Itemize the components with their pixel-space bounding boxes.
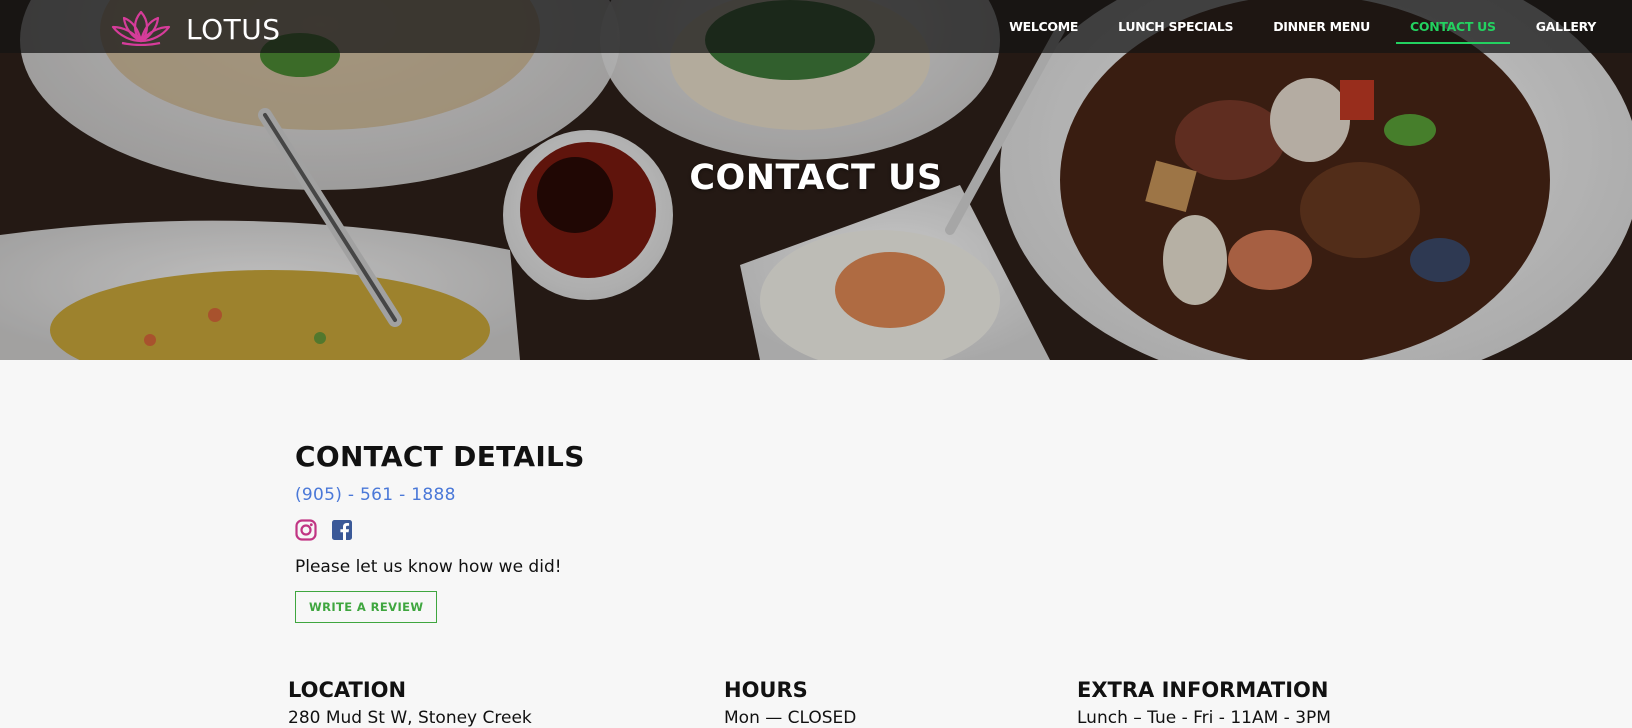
location-section: LOCATION 280 Mud St W, Stoney Creek bbox=[288, 678, 532, 728]
brand-logo[interactable]: LOTUS bbox=[110, 8, 281, 51]
location-address: 280 Mud St W, Stoney Creek bbox=[288, 708, 532, 728]
main-navigation: WELCOME LUNCH SPECIALS DINNER MENU CONTA… bbox=[969, 0, 1596, 53]
instagram-icon[interactable] bbox=[295, 519, 317, 541]
location-heading: LOCATION bbox=[288, 678, 407, 702]
hours-heading: HOURS bbox=[724, 678, 808, 702]
nav-welcome[interactable]: WELCOME bbox=[1009, 0, 1078, 53]
facebook-icon[interactable] bbox=[331, 519, 353, 541]
extra-info-heading: EXTRA INFORMATION bbox=[1077, 678, 1329, 702]
nav-gallery[interactable]: GALLERY bbox=[1536, 0, 1597, 53]
nav-dinner-menu[interactable]: DINNER MENU bbox=[1273, 0, 1370, 53]
hours-line: Mon — CLOSED bbox=[724, 708, 857, 728]
contact-details-section: CONTACT DETAILS (905) - 561 - 1888 Pleas… bbox=[295, 440, 585, 623]
hero-banner: LOTUS WELCOME LUNCH SPECIALS DINNER MENU… bbox=[0, 0, 1632, 360]
extra-info-section: EXTRA INFORMATION Lunch – Tue - Fri - 11… bbox=[1077, 678, 1331, 728]
nav-contact-us[interactable]: CONTACT US bbox=[1396, 0, 1510, 53]
nav-lunch-specials[interactable]: LUNCH SPECIALS bbox=[1118, 0, 1233, 53]
extra-info-line: Lunch – Tue - Fri - 11AM - 3PM bbox=[1077, 708, 1331, 728]
social-links bbox=[295, 519, 585, 541]
review-prompt: Please let us know how we did! bbox=[295, 557, 562, 577]
lotus-flower-icon bbox=[110, 8, 172, 51]
hours-section: HOURS Mon — CLOSED bbox=[724, 678, 856, 728]
contact-details-heading: CONTACT DETAILS bbox=[295, 440, 585, 473]
brand-name: LOTUS bbox=[186, 13, 281, 46]
phone-link[interactable]: (905) - 561 - 1888 bbox=[295, 485, 585, 505]
page-title: CONTACT US bbox=[689, 158, 943, 198]
top-navbar: LOTUS WELCOME LUNCH SPECIALS DINNER MENU… bbox=[0, 0, 1632, 53]
write-review-button[interactable]: WRITE A REVIEW bbox=[295, 591, 438, 623]
